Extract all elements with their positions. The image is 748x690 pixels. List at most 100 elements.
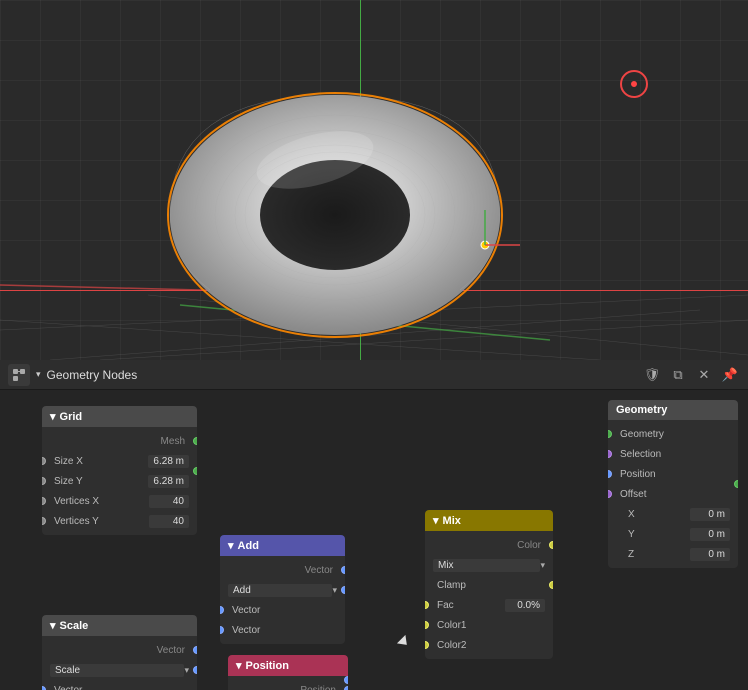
add-vector-out[interactable] — [341, 566, 345, 574]
torus-svg — [140, 60, 530, 340]
scale-node: ▾ Scale Vector Scale ▾ Vector ◇ — [42, 615, 197, 690]
add-vector2-label: Vector — [228, 625, 337, 636]
grid-mesh-out[interactable] — [193, 437, 197, 445]
mix-type[interactable]: Mix — [433, 559, 540, 572]
scale-vector-label: Vector — [50, 685, 189, 690]
mix-color2-socket[interactable] — [425, 641, 429, 649]
scale-vector-socket[interactable] — [42, 686, 46, 690]
mix-clamp-row: Clamp — [425, 575, 553, 595]
grid-sizey-value[interactable]: 6.28 m — [148, 475, 189, 488]
scale-vector-out-row: Vector — [42, 640, 197, 660]
grid-sizex-value[interactable]: 6.28 m — [148, 455, 189, 468]
mix-clamp-label: Clamp — [433, 580, 545, 591]
output-node-header: Geometry — [608, 400, 738, 420]
mix-fac-socket[interactable] — [425, 601, 429, 609]
output-y-value[interactable]: 0 m — [690, 528, 730, 541]
viewport-3d[interactable] — [0, 0, 748, 360]
mix-type-row: Mix ▾ — [425, 555, 553, 575]
grid-sizey-label: Size Y — [50, 476, 148, 487]
add-dropdown-row: Add ▾ — [220, 580, 345, 600]
add-node: ▾ Add Vector Add ▾ Vector — [220, 535, 345, 644]
add-chevron: ▾ — [332, 585, 337, 596]
grid-sizex-socket[interactable] — [42, 457, 46, 465]
output-geometry-socket[interactable] — [608, 430, 612, 438]
add-node-header: ▾ Add — [220, 535, 345, 556]
output-selection-row: Selection — [608, 444, 738, 464]
grid-vertexx-label: Vertices X — [50, 496, 149, 507]
viewport-gizmo[interactable] — [620, 70, 648, 98]
position-out-row: Position — [228, 680, 348, 690]
scale-chevron: ▾ — [184, 665, 189, 676]
close-button[interactable]: ✕ — [694, 365, 714, 385]
grid-vertexx-socket[interactable] — [42, 497, 46, 505]
position-node-title: Position — [246, 660, 289, 672]
output-z-value[interactable]: 0 m — [690, 548, 730, 561]
grid-sizey-socket[interactable] — [42, 477, 46, 485]
grid-mesh-label-row: Mesh — [42, 431, 197, 451]
output-selection-socket[interactable] — [608, 450, 612, 458]
grid-vertexx-value[interactable]: 40 — [149, 495, 189, 508]
node-canvas[interactable]: ▾ Grid Mesh Size X 6.28 m Size Y 6.28 m — [0, 390, 748, 690]
grid-sizey-row: Size Y 6.28 m — [42, 471, 197, 491]
grid-vertexx-row: Vertices X 40 — [42, 491, 197, 511]
position-node-header: ▾ Position — [228, 655, 348, 676]
copy-button[interactable]: ⧉ — [668, 365, 688, 385]
scale-node-body: Vector Scale ▾ Vector ◇ Scale 0.550 — [42, 636, 197, 690]
mix-color-out-label: Color — [433, 540, 545, 551]
chevron-icon-mix: ▾ — [433, 514, 439, 527]
mix-node-title: Mix — [443, 515, 461, 527]
scale-node-header: ▾ Scale — [42, 615, 197, 636]
grid-node-header: ▾ Grid — [42, 406, 197, 427]
output-offset-y-row: Y 0 m — [608, 524, 738, 544]
output-geometry-label: Geometry — [616, 429, 730, 440]
output-offset-x-row: X 0 m — [608, 504, 738, 524]
grid-node-title: Grid — [60, 411, 83, 423]
mix-color-out[interactable] — [549, 541, 553, 549]
scale-vector-row: Vector — [42, 680, 197, 690]
chevron-down-icon: ▾ — [36, 369, 41, 380]
add-vector1-socket[interactable] — [220, 606, 224, 614]
grid-vertexy-socket[interactable] — [42, 517, 46, 525]
mix-fac-value[interactable]: 0.0% — [505, 599, 545, 612]
add-vector2-socket[interactable] — [220, 626, 224, 634]
output-geometry-row: Geometry — [608, 424, 738, 444]
mix-color2-row: Color2 — [425, 635, 553, 655]
output-offset-z-row: Z 0 m — [608, 544, 738, 564]
add-vector2-row: Vector — [220, 620, 345, 640]
grid-vertexy-label: Vertices Y — [50, 516, 149, 527]
add-node-body: Vector Add ▾ Vector Vector — [220, 556, 345, 644]
mix-node-header: ▾ Mix — [425, 510, 553, 531]
torus-3d — [140, 60, 530, 340]
output-x-value[interactable]: 0 m — [690, 508, 730, 521]
add-node-title: Add — [238, 540, 259, 552]
scale-vector-out[interactable] — [193, 646, 197, 654]
mix-color-out-row: Color — [425, 535, 553, 555]
node-editor-header: ▾ Geometry Nodes 🛡 ⧉ ✕ 📌 — [0, 360, 748, 390]
scale-dropdown[interactable]: Scale — [50, 664, 184, 677]
mix-fac-row: Fac 0.0% — [425, 595, 553, 615]
grid-node: ▾ Grid Mesh Size X 6.28 m Size Y 6.28 m — [42, 406, 197, 535]
output-offset-socket[interactable] — [608, 490, 612, 498]
mix-color1-label: Color1 — [433, 620, 545, 631]
grid-vertexy-value[interactable]: 40 — [149, 515, 189, 528]
scale-node-title: Scale — [60, 620, 89, 632]
output-position-socket[interactable] — [608, 470, 612, 478]
mix-node-body: Color Mix ▾ Clamp Fac 0.0% Color1 — [425, 531, 553, 659]
grid-sizex-row: Size X 6.28 m — [42, 451, 197, 471]
output-selection-label: Selection — [616, 449, 730, 460]
position-out-socket[interactable] — [344, 686, 348, 690]
output-offset-label: Offset — [616, 489, 730, 500]
add-dropdown[interactable]: Add — [228, 584, 332, 597]
chevron-icon-scale: ▾ — [50, 619, 56, 632]
output-offset-label-row: Offset — [608, 484, 738, 504]
pin-button[interactable]: 📌 — [720, 365, 740, 385]
chevron-icon-add: ▾ — [228, 539, 234, 552]
mix-color1-socket[interactable] — [425, 621, 429, 629]
editor-type-button[interactable] — [8, 364, 30, 386]
output-z-label: Z — [616, 549, 690, 560]
shield-button[interactable]: 🛡 — [642, 365, 662, 385]
grid-node-body: Mesh Size X 6.28 m Size Y 6.28 m Vertice… — [42, 427, 197, 535]
node-editor-icon — [12, 368, 26, 382]
grid-mesh-label: Mesh — [50, 436, 189, 447]
position-node-body: Position — [228, 676, 348, 690]
